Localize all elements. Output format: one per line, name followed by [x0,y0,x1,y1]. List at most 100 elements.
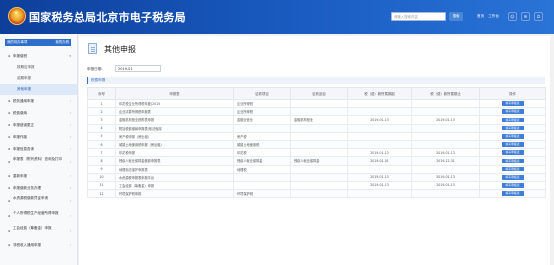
table-cell [290,180,348,191]
sidebar-item-11[interactable]: ▪ › 申报缴款业务办理 [0,182,77,194]
document-icon [88,43,97,54]
sidebar-my-tax-label[interactable]: 我的办税 [55,39,69,46]
table-cell: 2019-01-13 [411,115,480,125]
table-cell: 2019-12-31 [411,156,480,166]
table-row: 4 附加税费缴纳申报表(依法免除 填写申报表 [87,123,546,133]
sidebar-item-6[interactable]: ▪ › 申报错误更正 [0,119,77,131]
logout-icon[interactable]: ⏻ [534,12,543,21]
table-cell: 12 [87,189,116,199]
table-cell: 2019-01-13 [347,148,412,158]
table-cell [411,189,480,199]
fill-declaration-button[interactable]: 填写申报表 [501,183,524,188]
table-cell: 企业所得税 [233,98,291,109]
table-cell [411,131,480,141]
table-cell: 印花税申报 [115,148,234,158]
fill-declaration-button[interactable]: 填写申报表 [501,174,524,180]
bullet-icon: ▪ [8,98,11,103]
declaration-table: 序号 申报表 征收项目 征收品目 税（费）款所属期起 税（费）款所属期止 操作 1 印花税企业… [87,87,546,199]
table-cell [233,172,291,182]
sidebar-item-1[interactable]: 按期应申报 [0,62,77,73]
bullet-icon: ▪ [8,185,11,190]
table-cell [290,123,348,133]
chevron-icon: › [69,214,71,218]
fill-declaration-button[interactable]: 填写申报表 [501,191,524,196]
table-row: 3 金融机构营业税附表申报 金融业营业 金融机构营业 2019-01-13 2019-01… [87,115,546,125]
table-cell: 填写申报表 [479,107,546,117]
sidebar-item-14[interactable]: ▪ › 工会经费（筹备金）申报 [0,224,77,239]
sidebar-item-8[interactable]: ▪ › 申报信息查询 [0,143,77,155]
sidebar-todo-label[interactable]: 我的待办事项 [7,40,27,44]
bullet-icon: ▪ [8,110,11,115]
table-cell: 2019-01-13 [411,148,480,158]
sidebar-header[interactable]: 我的待办事项 我的办税 [5,39,71,46]
sidebar-item-4[interactable]: ▪ › 税务通用申报 [0,95,77,107]
sidebar-item-13[interactable]: ▪ › 个人所得税生产经营所得申报 [0,209,77,224]
top-header: ★ 国家税务总局北京市电子税务局 请输入搜索内容 搜索 首页 工作台 ☺ ✉ ⏻ [0,0,554,34]
column-header: 操作 [479,87,546,100]
main-content: 其他申报 申报日期: 2019-01 税费申报 序号 申报表 征收项目 征收品目 税（费… [79,36,550,265]
fill-declaration-button[interactable]: 填写申报表 [501,134,524,139]
chevron-icon: › [69,146,71,151]
chevron-icon: ▾ [69,53,71,58]
date-input[interactable]: 2019-01 [115,65,161,72]
table-cell [347,164,412,174]
table-cell: 填写申报表 [479,98,546,109]
sidebar-item-label: 税费缴纳 [13,110,27,115]
table-cell: 残疾人就业保障金 [233,156,291,166]
sidebar-item-5[interactable]: ▪ › 税费缴纳 [0,107,77,119]
table-cell [347,123,412,133]
table-cell: 企业所得税 [233,107,291,117]
table-cell: 填写申报表 [479,189,546,199]
sidebar-item-2[interactable]: 逾期申报 [0,73,77,84]
fill-declaration-button[interactable]: 填写申报表 [501,109,524,115]
table-cell: 3 [87,115,116,125]
sidebar-item-12[interactable]: ▪ › 水资源税缴款凭证申请 [0,194,77,209]
fill-declaration-button[interactable]: 填写申报表 [501,125,524,131]
table-cell: 印花税 [233,148,291,158]
sidebar-item-7[interactable]: ▪ › 申报作废 [0,131,77,143]
workbench-link[interactable]: 工作台 [488,14,499,18]
fill-declaration-button[interactable]: 填写申报表 [501,166,524,172]
sidebar-item-10[interactable]: ▪ › 重新申报 [0,170,77,182]
table-row: 10 水资源税申报表申报平台 2019-01-13 2019-01-13 填写申报表 [87,172,546,182]
search-button[interactable]: 搜索 [449,12,463,21]
sidebar-item-3[interactable]: 其他申报 [0,84,77,95]
table-cell [411,164,480,174]
table-cell: 2019-01-13 [411,172,480,182]
table-cell [290,98,348,109]
sidebar-item-15[interactable]: ▪ › 非税收入通用申报 [0,239,77,251]
sidebar-item-9[interactable]: ▪ › 申报表（附列资料）查询及打印 [0,155,77,170]
sidebar-item-label: 水资源税缴款凭证申请 [13,196,48,200]
sidebar-item-0[interactable]: ▪ ▾ 申报缴税 [0,50,77,62]
column-header: 申报表 [115,87,234,100]
table-row: 6 城镇土地使用税申报（房出租） 城镇土地使用税 填写申报表 [87,139,546,150]
sidebar-item-label: 重新申报 [13,173,27,178]
table-row: 11 工会经费（筹备金）申报 2019-01-13 2019-01-13 填写申报表 [87,180,546,191]
user-icon[interactable]: ☺ [508,12,517,21]
column-header: 税（费）款所属期起 [347,87,412,100]
fill-declaration-button[interactable]: 填写申报表 [501,101,524,106]
table-cell [233,123,291,133]
table-cell: 填写申报表 [479,180,546,191]
table-cell [411,98,480,109]
table-cell: 地理税 [233,164,291,174]
table-cell: 附加税费缴纳申报表(依法免除 [115,123,234,133]
table-cell: 填写申报表 [479,131,546,141]
search-input[interactable]: 请输入搜索内容 [391,12,446,21]
sidebar-item-label: 申报表（附列资料）查询及打印 [13,157,62,161]
fill-declaration-button[interactable]: 填写申报表 [501,142,524,147]
table-cell: 2019-01-13 [411,180,480,191]
table-row: 2 企业清算所得税申报表 企业所得税 填写申报表 [87,107,546,117]
section-title: 税费申报 [87,77,545,84]
fill-declaration-button[interactable]: 填写申报表 [501,150,524,156]
chevron-icon: › [69,173,71,178]
message-icon[interactable]: ✉ [521,12,530,21]
header-links: 首页 工作台 [477,14,503,19]
fill-declaration-button[interactable]: 填写申报表 [501,158,524,164]
table-cell: 4 [87,123,116,133]
table-row: 12 环境保护税申报 环境保护税 填写申报表 [87,189,546,199]
bullet-icon: ▪ [8,229,11,233]
home-link[interactable]: 首页 [477,14,484,18]
sidebar-item-label: 按期应申报 [17,65,35,69]
fill-declaration-button[interactable]: 填写申报表 [501,117,524,123]
